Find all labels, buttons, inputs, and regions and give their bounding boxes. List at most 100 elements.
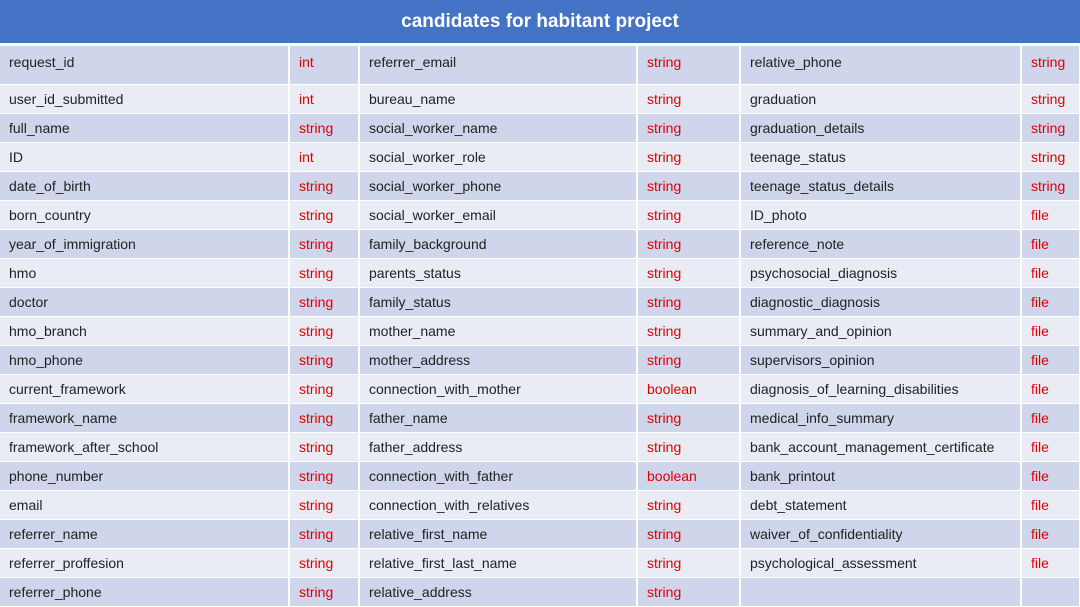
field-name-cell: born_country <box>0 200 290 230</box>
field-type-cell: string <box>637 403 741 433</box>
field-type-cell: string <box>289 577 360 607</box>
field-type-cell <box>1021 577 1080 607</box>
field-name-cell: doctor <box>0 287 290 317</box>
table-row: framework_name string father_name string med… <box>0 403 1080 433</box>
field-name-cell: relative_phone <box>740 46 1022 85</box>
field-name-cell: diagnosis_of_learning_disabilities <box>740 374 1022 404</box>
field-type-cell: string <box>637 519 741 549</box>
table-row: referrer_phone string relative_address stri… <box>0 577 1080 607</box>
field-name-cell: referrer_proffesion <box>0 548 290 578</box>
fields-table-body: request_id int referrer_email string relativ… <box>0 46 1080 607</box>
field-name-cell: reference_note <box>740 229 1022 259</box>
field-name-cell: graduation_details <box>740 113 1022 143</box>
field-name-cell: request_id <box>0 46 290 85</box>
field-type-cell: string <box>1021 113 1080 143</box>
field-name-cell: framework_name <box>0 403 290 433</box>
field-name-cell: psychological_assessment <box>740 548 1022 578</box>
field-name-cell: ID <box>0 142 290 172</box>
field-name-cell: social_worker_name <box>359 113 638 143</box>
field-name-cell: hmo <box>0 258 290 288</box>
field-name-cell: bureau_name <box>359 84 638 114</box>
field-type-cell: string <box>637 84 741 114</box>
field-name-cell: debt_statement <box>740 490 1022 520</box>
field-name-cell: bank_printout <box>740 461 1022 491</box>
field-name-cell: referrer_phone <box>0 577 290 607</box>
field-type-cell: string <box>289 548 360 578</box>
fields-table: request_id int referrer_email string relativ… <box>0 46 1080 607</box>
field-type-cell: string <box>637 229 741 259</box>
field-type-cell: file <box>1021 461 1080 491</box>
field-type-cell: string <box>289 316 360 346</box>
field-type-cell: file <box>1021 200 1080 230</box>
table-row: referrer_proffesion string relative_first_… <box>0 548 1080 578</box>
field-type-cell: int <box>289 142 360 172</box>
field-type-cell: string <box>637 46 741 85</box>
field-name-cell: family_status <box>359 287 638 317</box>
field-type-cell: string <box>637 200 741 230</box>
table-row: current_framework string connection_with_m… <box>0 374 1080 404</box>
field-type-cell: file <box>1021 345 1080 375</box>
field-name-cell: mother_name <box>359 316 638 346</box>
field-type-cell: file <box>1021 258 1080 288</box>
field-name-cell: medical_info_summary <box>740 403 1022 433</box>
field-name-cell: teenage_status_details <box>740 171 1022 201</box>
table-row: doctor string family_status string diagnosti… <box>0 287 1080 317</box>
table-row: born_country string social_worker_email str… <box>0 200 1080 230</box>
table-row: phone_number string connection_with_father… <box>0 461 1080 491</box>
table-row: hmo_phone string mother_address string super… <box>0 345 1080 375</box>
field-type-cell: string <box>289 461 360 491</box>
field-type-cell: string <box>1021 142 1080 172</box>
table-row: date_of_birth string social_worker_phone st… <box>0 171 1080 201</box>
table-row: year_of_immigration string family_backgrou… <box>0 229 1080 259</box>
field-type-cell: string <box>637 171 741 201</box>
field-name-cell: bank_account_management_certificate <box>740 432 1022 462</box>
field-name-cell: supervisors_opinion <box>740 345 1022 375</box>
table-row: full_name string social_worker_name string g… <box>0 113 1080 143</box>
field-name-cell: connection_with_mother <box>359 374 638 404</box>
field-name-cell: waiver_of_confidentiality <box>740 519 1022 549</box>
field-type-cell: file <box>1021 490 1080 520</box>
field-name-cell: current_framework <box>0 374 290 404</box>
field-type-cell: string <box>637 577 741 607</box>
field-name-cell: referrer_name <box>0 519 290 549</box>
field-name-cell: relative_first_name <box>359 519 638 549</box>
field-type-cell: file <box>1021 548 1080 578</box>
field-name-cell: summary_and_opinion <box>740 316 1022 346</box>
table-row: hmo string parents_status string psychosocia… <box>0 258 1080 288</box>
field-type-cell: string <box>289 374 360 404</box>
field-name-cell: relative_address <box>359 577 638 607</box>
field-type-cell: string <box>289 490 360 520</box>
field-name-cell: social_worker_phone <box>359 171 638 201</box>
field-name-cell: referrer_email <box>359 46 638 85</box>
field-type-cell: int <box>289 46 360 85</box>
field-name-cell: hmo_phone <box>0 345 290 375</box>
field-name-cell: psychosocial_diagnosis <box>740 258 1022 288</box>
table-row: email string connection_with_relatives stri… <box>0 490 1080 520</box>
field-name-cell: father_name <box>359 403 638 433</box>
field-type-cell: string <box>637 316 741 346</box>
field-type-cell: file <box>1021 403 1080 433</box>
field-name-cell: full_name <box>0 113 290 143</box>
table-title: candidates for habitant project <box>0 0 1080 46</box>
field-type-cell: file <box>1021 374 1080 404</box>
field-type-cell: string <box>289 229 360 259</box>
field-type-cell: file <box>1021 287 1080 317</box>
field-name-cell: parents_status <box>359 258 638 288</box>
table-row: hmo_branch string mother_name string summary… <box>0 316 1080 346</box>
field-type-cell: string <box>289 432 360 462</box>
field-name-cell: relative_first_last_name <box>359 548 638 578</box>
field-type-cell: string <box>289 403 360 433</box>
field-name-cell <box>740 577 1022 607</box>
field-type-cell: string <box>289 200 360 230</box>
table-row: framework_after_school string father_addre… <box>0 432 1080 462</box>
field-name-cell: framework_after_school <box>0 432 290 462</box>
field-type-cell: string <box>637 345 741 375</box>
table-row: request_id int referrer_email string relativ… <box>0 46 1080 85</box>
field-type-cell: string <box>289 171 360 201</box>
field-type-cell: boolean <box>637 461 741 491</box>
field-name-cell: date_of_birth <box>0 171 290 201</box>
field-name-cell: teenage_status <box>740 142 1022 172</box>
field-name-cell: mother_address <box>359 345 638 375</box>
field-type-cell: file <box>1021 432 1080 462</box>
table-row: ID int social_worker_role string teenage_sta… <box>0 142 1080 172</box>
